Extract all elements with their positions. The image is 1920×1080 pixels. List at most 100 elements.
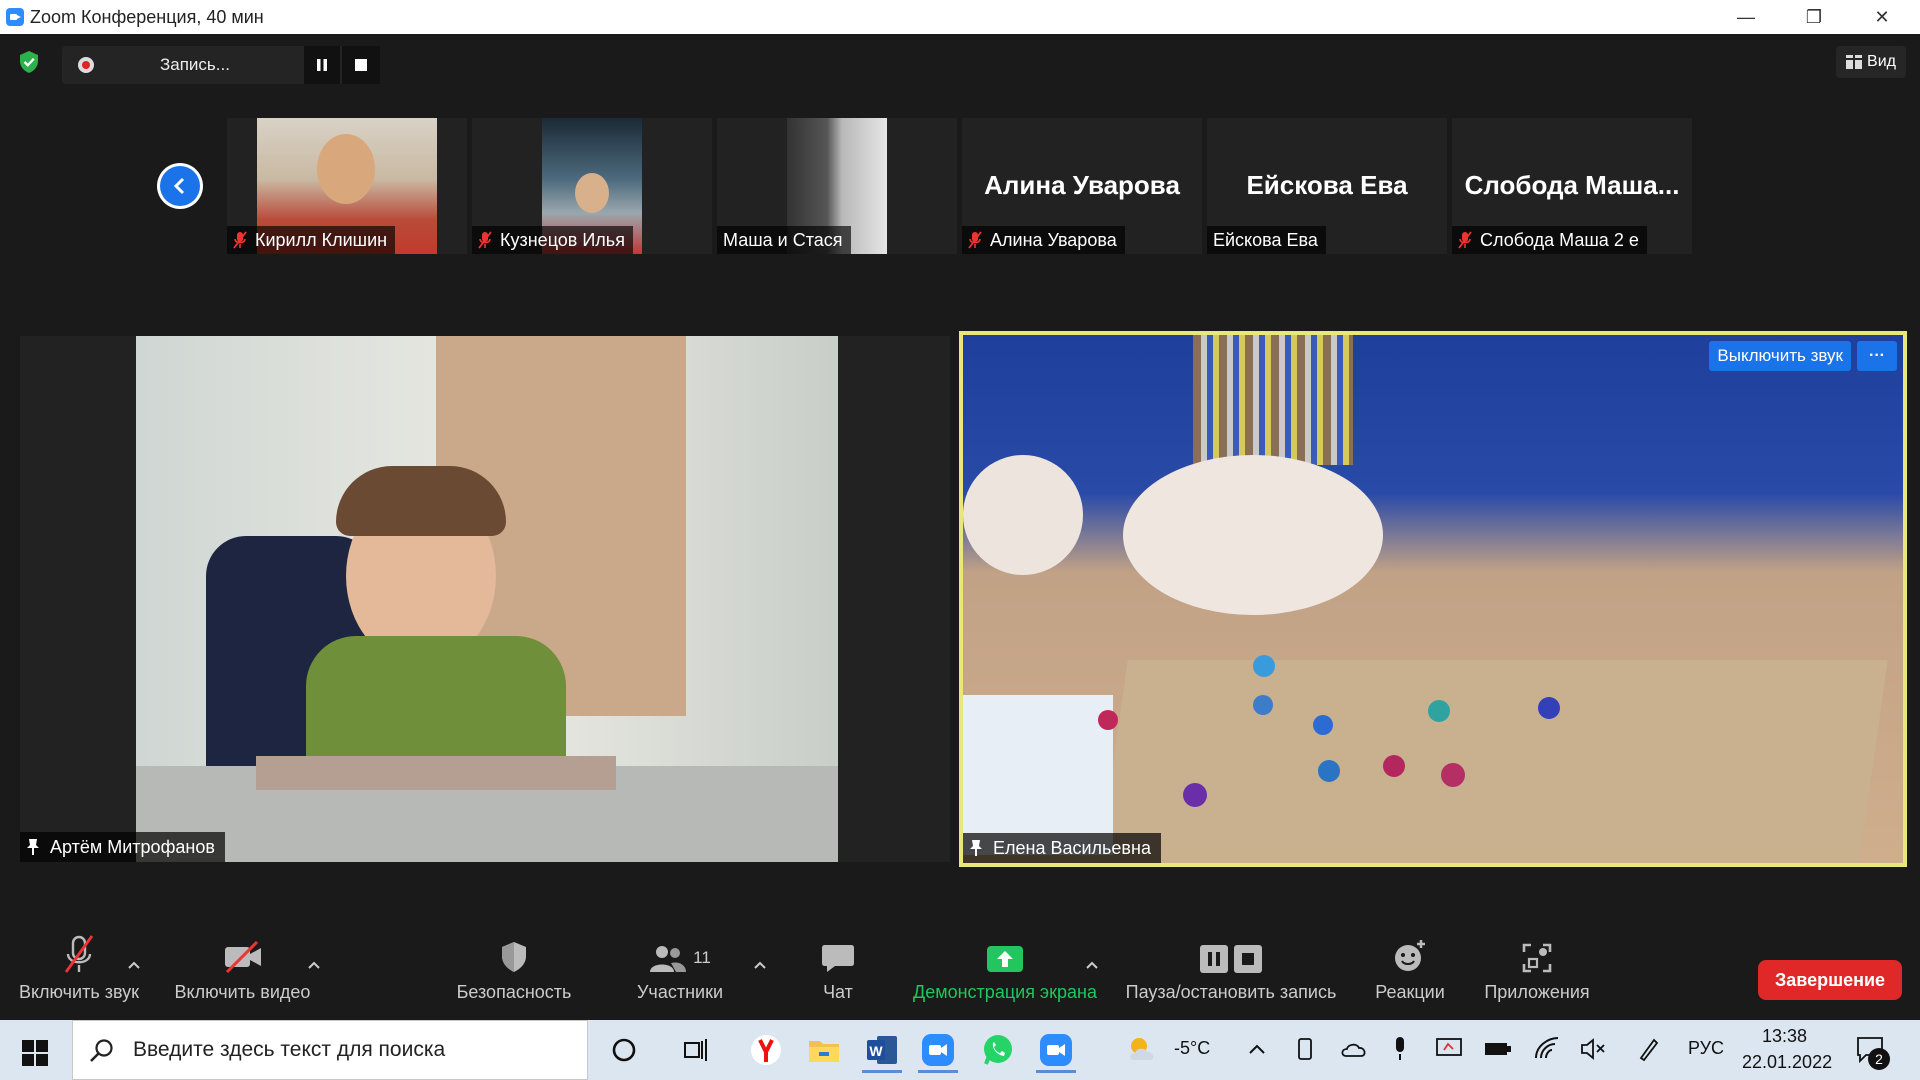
start-video-button[interactable]: Включить видео bbox=[170, 930, 315, 1020]
pause-stop-recording-button[interactable]: Пауза/остановить запись bbox=[1122, 930, 1340, 1020]
unmute-button[interactable]: Включить звук bbox=[14, 930, 144, 1020]
hand-shape bbox=[1123, 455, 1383, 615]
chevron-up-icon[interactable] bbox=[127, 960, 141, 970]
cardboard-shape bbox=[256, 756, 616, 790]
onedrive-cloud-icon[interactable] bbox=[1340, 1040, 1368, 1058]
recording-indicator: Запись... bbox=[62, 46, 380, 84]
volume-muted-icon[interactable] bbox=[1580, 1038, 1606, 1060]
search-placeholder: Введите здесь текст для поиска bbox=[133, 1038, 446, 1061]
hair-shape bbox=[336, 466, 506, 536]
clock-time[interactable]: 13:38 bbox=[1762, 1026, 1807, 1047]
meeting-toolbar: Включить звук Включить видео Безопасност… bbox=[0, 930, 1920, 1020]
minimize-button[interactable]: — bbox=[1716, 0, 1776, 34]
file-explorer-icon[interactable] bbox=[804, 1030, 844, 1070]
participant-thumbnail[interactable]: Кузнецов Илья bbox=[472, 118, 712, 254]
mute-participant-button[interactable]: Выключить звук bbox=[1709, 341, 1851, 371]
chat-label: Чат bbox=[823, 982, 853, 1002]
restore-button[interactable]: ❐ bbox=[1784, 0, 1844, 34]
end-meeting-button[interactable]: Завершение bbox=[1758, 960, 1902, 1000]
input-language[interactable]: РУС bbox=[1688, 1038, 1724, 1059]
chat-bubble-icon bbox=[822, 945, 854, 972]
taskbar-search-box[interactable]: Введите здесь текст для поиска bbox=[72, 1020, 588, 1080]
recording-dot-icon bbox=[78, 57, 94, 73]
main-video-tile-right[interactable]: Выключить звук ··· Елена Васильевна bbox=[959, 331, 1907, 867]
display-tray-icon[interactable] bbox=[1436, 1038, 1462, 1060]
chat-button[interactable]: Чат bbox=[800, 930, 876, 1020]
thumbnail-name-bar: Маша и Стася bbox=[717, 226, 851, 254]
plasticine-ball bbox=[1441, 763, 1465, 787]
main-video-tile-left[interactable]: Артём Митрофанов bbox=[20, 336, 950, 862]
thumbnail-name-bar: Слобода Маша 2 е bbox=[1452, 226, 1647, 254]
share-screen-button[interactable]: Демонстрация экрана bbox=[910, 930, 1100, 1020]
recording-label: Запись... bbox=[160, 55, 230, 74]
participant-thumbnail[interactable]: Слобода Маша... Слобода Маша 2 е bbox=[1452, 118, 1692, 254]
muted-microphone-icon bbox=[64, 935, 94, 973]
share-screen-icon bbox=[987, 946, 1023, 972]
windows-start-icon[interactable] bbox=[22, 1040, 48, 1066]
zoom-meeting-taskbar-icon[interactable] bbox=[1036, 1030, 1076, 1073]
thumbnail-big-name: Алина Уварова bbox=[984, 170, 1180, 200]
pause-icon bbox=[1200, 945, 1228, 973]
muted-mic-icon bbox=[233, 231, 247, 249]
participants-count: 11 bbox=[693, 948, 711, 967]
participants-button[interactable]: 11 Участники bbox=[630, 930, 730, 1020]
whatsapp-icon[interactable] bbox=[978, 1030, 1018, 1070]
weather-temperature[interactable]: -5°C bbox=[1174, 1038, 1210, 1059]
zoom-taskbar-icon[interactable] bbox=[918, 1030, 958, 1073]
window-title: Zoom Конференция, 40 мин bbox=[30, 7, 264, 27]
participant-thumbnail[interactable]: Маша и Стася bbox=[717, 118, 957, 254]
stop-icon bbox=[1234, 945, 1262, 973]
scarf-shape bbox=[1193, 335, 1353, 465]
encryption-shield-icon[interactable] bbox=[18, 50, 40, 74]
battery-icon[interactable] bbox=[1484, 1040, 1512, 1058]
participant-thumbnail[interactable]: Кирилл Клишин bbox=[227, 118, 467, 254]
word-icon[interactable]: W bbox=[862, 1030, 902, 1073]
apps-label: Приложения bbox=[1484, 982, 1590, 1002]
participant-name-bar: Артём Митрофанов bbox=[20, 832, 225, 862]
clock-date[interactable]: 22.01.2022 bbox=[1742, 1052, 1832, 1073]
security-label: Безопасность bbox=[456, 982, 572, 1002]
weather-partly-cloudy-icon[interactable] bbox=[1126, 1034, 1160, 1064]
pause-recording-button[interactable] bbox=[304, 46, 340, 84]
chevron-up-icon[interactable] bbox=[1085, 960, 1099, 970]
apps-button[interactable]: Приложения bbox=[1480, 930, 1594, 1020]
pen-tray-icon[interactable] bbox=[1636, 1036, 1660, 1062]
title-bar: Zoom Конференция, 40 мин — ❐ ✕ bbox=[0, 0, 1920, 34]
chevron-up-icon[interactable] bbox=[753, 960, 767, 970]
thumbnail-name: Слобода Маша 2 е bbox=[1480, 229, 1639, 250]
grid-view-icon bbox=[1846, 55, 1863, 69]
yandex-browser-icon[interactable] bbox=[746, 1030, 786, 1070]
task-view-icon[interactable] bbox=[676, 1030, 716, 1070]
face-shape bbox=[317, 134, 375, 204]
security-shield-icon bbox=[502, 942, 526, 972]
zoom-app-icon bbox=[6, 8, 24, 26]
pause-stop-recording-label: Пауза/остановить запись bbox=[1125, 982, 1337, 1002]
pause-icon bbox=[317, 59, 327, 71]
stop-recording-button[interactable] bbox=[342, 46, 380, 84]
participant-name-bar: Елена Васильевна bbox=[963, 833, 1161, 863]
phone-link-icon[interactable] bbox=[1296, 1038, 1314, 1060]
reaction-smiley-icon bbox=[1395, 940, 1425, 971]
cortana-icon[interactable] bbox=[604, 1030, 644, 1070]
more-options-button[interactable]: ··· bbox=[1857, 341, 1897, 371]
notification-badge: 2 bbox=[1868, 1048, 1890, 1070]
thumbnail-name-bar: Кирилл Клишин bbox=[227, 226, 396, 254]
microphone-tray-icon[interactable] bbox=[1392, 1036, 1408, 1062]
plasticine-ball bbox=[1253, 655, 1275, 677]
thumbnail-big-name: Слобода Маша... bbox=[1464, 170, 1680, 200]
svg-text:W: W bbox=[869, 1043, 883, 1059]
thumbnail-name: Кузнецов Илья bbox=[500, 229, 625, 250]
reactions-button[interactable]: Реакции bbox=[1370, 930, 1450, 1020]
participant-thumbnail[interactable]: Алина Уварова Алина Уварова bbox=[962, 118, 1202, 254]
gallery-prev-button[interactable] bbox=[157, 163, 203, 209]
security-button[interactable]: Безопасность bbox=[450, 930, 578, 1020]
view-button-label: Вид bbox=[1867, 53, 1896, 70]
chevron-up-icon[interactable] bbox=[307, 960, 321, 970]
view-button[interactable]: Вид bbox=[1836, 46, 1906, 78]
muted-mic-icon bbox=[478, 231, 492, 249]
participant-thumbnail[interactable]: Ейскова Ева Ейскова Ева bbox=[1207, 118, 1447, 254]
wifi-icon[interactable] bbox=[1534, 1036, 1560, 1060]
plasticine-ball bbox=[1538, 697, 1560, 719]
chevron-up-icon[interactable] bbox=[1248, 1042, 1266, 1056]
close-button[interactable]: ✕ bbox=[1852, 0, 1912, 34]
